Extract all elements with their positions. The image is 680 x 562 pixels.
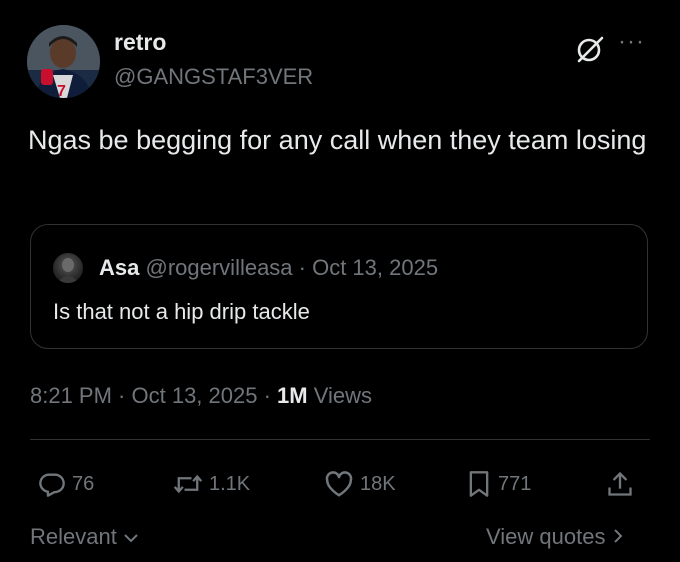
bookmark-button[interactable]: 771 [466, 470, 531, 498]
meta-separator: · [111, 383, 132, 408]
views-label: Views [307, 383, 373, 408]
quote-author-name: Asa [99, 255, 140, 280]
reply-button[interactable]: 76 [38, 470, 94, 498]
share-button[interactable] [606, 470, 634, 498]
views-count: 1M [277, 383, 308, 408]
sort-label: Relevant [30, 524, 117, 549]
quoted-post-card[interactable]: Asa @rogervilleasa · Oct 13, 2025 Is tha… [30, 224, 648, 349]
more-icon[interactable]: ··· [618, 30, 645, 54]
sort-replies-dropdown[interactable]: Relevant [30, 524, 139, 550]
repost-button[interactable]: 1.1K [173, 470, 250, 498]
author-display-name[interactable]: retro [114, 29, 166, 56]
like-count: 18K [360, 472, 396, 495]
view-quotes-link[interactable]: View quotes [486, 524, 624, 550]
post-date[interactable]: Oct 13, 2025 [132, 383, 258, 408]
reply-count: 76 [72, 472, 95, 495]
share-icon [606, 470, 634, 498]
quote-text: Is that not a hip drip tackle [53, 299, 310, 324]
chevron-down-icon [123, 524, 139, 549]
heart-icon [324, 470, 354, 498]
grok-icon[interactable] [575, 34, 605, 64]
view-quotes-label: View quotes [486, 524, 606, 549]
quote-author-avatar [53, 253, 83, 283]
author-handle[interactable]: @GANGSTAF3VER [114, 64, 313, 90]
bookmark-count: 771 [498, 472, 532, 495]
bookmark-icon [466, 470, 492, 498]
quote-header: Asa @rogervilleasa · Oct 13, 2025 [99, 255, 438, 281]
repost-icon [173, 470, 203, 498]
divider [30, 439, 650, 440]
chevron-right-icon [612, 524, 624, 549]
post-text: Ngas be begging for any call when they t… [28, 125, 647, 155]
reply-icon [38, 470, 66, 498]
meta-separator: · [257, 383, 278, 408]
quote-author-meta: @rogervilleasa · Oct 13, 2025 [145, 255, 439, 280]
like-button[interactable]: 18K [324, 470, 396, 498]
post-time[interactable]: 8:21 PM [30, 383, 112, 408]
author-avatar[interactable]: 7 [27, 25, 100, 98]
svg-text:7: 7 [57, 83, 66, 98]
post-meta: 8:21 PM · Oct 13, 2025 · 1M Views [30, 383, 372, 409]
repost-count: 1.1K [209, 472, 251, 495]
